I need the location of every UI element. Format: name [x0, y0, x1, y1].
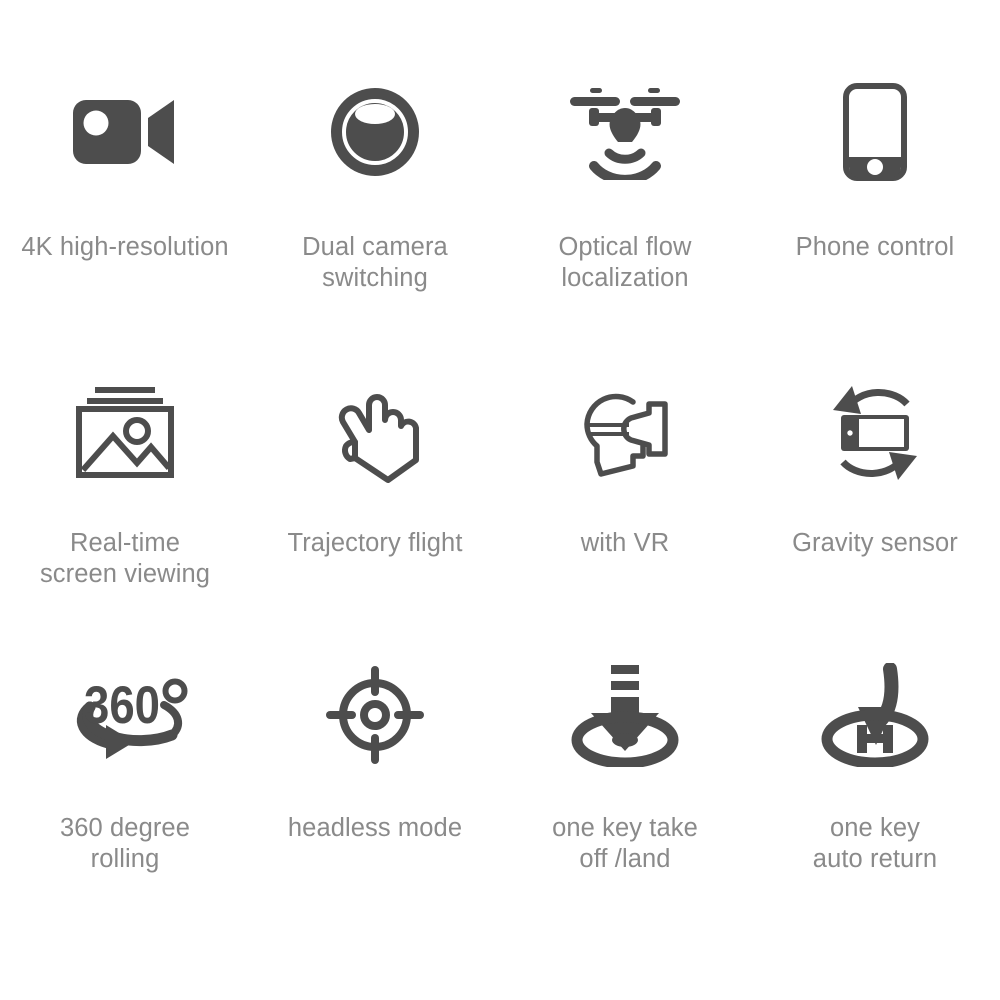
pointing-hand-icon: [305, 372, 445, 492]
feature-item-optical-flow-localization: Optical flow localization: [500, 72, 750, 372]
drone-signal-icon: [555, 72, 695, 192]
feature-item-4k-high-resolution: 4K high-resolution: [0, 72, 250, 372]
feature-item-360-degree-rolling: 360 360 degree rolling: [0, 655, 250, 938]
feature-item-phone-control: Phone control: [750, 72, 1000, 372]
photo-gallery-icon: [55, 372, 195, 492]
feature-item-gravity-sensor: Gravity sensor: [750, 372, 1000, 655]
feature-label: Trajectory flight: [287, 529, 463, 557]
feature-label: Optical flow localization: [558, 233, 692, 292]
smartphone-icon: [805, 72, 945, 192]
feature-item-dual-camera-switching: Dual camera switching: [250, 72, 500, 372]
feature-label: Gravity sensor: [792, 529, 958, 557]
feature-item-one-key-auto-return: one key auto return: [750, 655, 1000, 938]
feature-item-trajectory-flight: Trajectory flight: [250, 372, 500, 655]
feature-item-one-key-take-off-land: one key take off /land: [500, 655, 750, 938]
feature-item-headless-mode: headless mode: [250, 655, 500, 938]
svg-text:360: 360: [84, 676, 160, 735]
feature-label: one key take off /land: [552, 814, 698, 873]
rotate-device-icon: [805, 372, 945, 492]
feature-label: one key auto return: [812, 814, 938, 873]
dual-camera-lens-icon: [305, 72, 445, 192]
feature-label: Real-time screen viewing: [39, 529, 211, 588]
feature-grid: 4K high-resolution Dual camera switching: [0, 0, 1000, 938]
video-camera-icon: [55, 72, 195, 192]
vr-headset-icon: [555, 372, 695, 492]
feature-label: headless mode: [287, 814, 463, 842]
feature-item-real-time-screen-viewing: Real-time screen viewing: [0, 372, 250, 655]
feature-label: 4K high-resolution: [21, 233, 229, 261]
360-degree-rotation-icon: 360: [55, 655, 195, 775]
feature-label: 360 degree rolling: [59, 814, 191, 873]
crosshair-target-icon: [305, 655, 445, 775]
feature-label: Dual camera switching: [302, 233, 448, 292]
feature-item-with-vr: with VR: [500, 372, 750, 655]
takeoff-landing-arrow-icon: [555, 655, 695, 775]
feature-label: Phone control: [795, 233, 955, 261]
auto-return-helipad-icon: [805, 655, 945, 775]
feature-label: with VR: [580, 529, 670, 557]
